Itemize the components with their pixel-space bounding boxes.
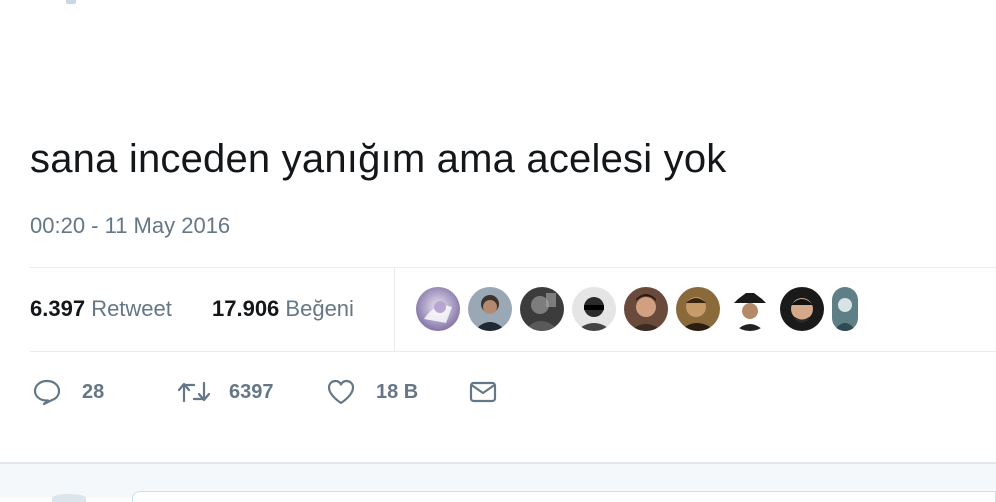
retweet-button[interactable]: 6397 [177, 370, 274, 414]
retweet-stat[interactable]: 6.397 Retweet [30, 294, 172, 324]
reply-count: 28 [82, 380, 105, 403]
liker-avatar[interactable] [520, 287, 564, 331]
liker-avatar[interactable] [624, 287, 668, 331]
stats-bottom-divider [30, 351, 996, 352]
liker-avatar[interactable] [728, 287, 772, 331]
tweet-actions: 28 6397 18 B [30, 370, 996, 414]
retweet-count: 6.397 [30, 296, 86, 321]
liker-avatar[interactable] [572, 287, 616, 331]
top-edge-fragment [66, 0, 76, 4]
like-button[interactable]: 18 B [324, 370, 418, 414]
liker-avatar[interactable] [416, 287, 460, 331]
like-stat[interactable]: 17.906 Beğeni [212, 294, 354, 324]
reply-button[interactable]: 28 [30, 370, 104, 414]
direct-message-button[interactable] [466, 370, 500, 414]
tweet-stats: 6.397 Retweet 17.906 Beğeni [30, 268, 996, 351]
reply-input[interactable] [132, 491, 996, 502]
stats-separator [394, 268, 395, 351]
tweet-text: sana inceden yanığım ama acelesi yok [30, 137, 727, 181]
liker-avatar[interactable] [468, 287, 512, 331]
liker-avatar[interactable] [676, 287, 720, 331]
like-label: Beğeni [285, 296, 354, 321]
liker-avatar[interactable] [832, 287, 858, 331]
retweet-action-count: 6397 [229, 380, 274, 403]
like-action-count: 18 B [376, 380, 419, 403]
retweet-label: Retweet [91, 296, 172, 321]
envelope-icon [466, 375, 500, 409]
tweet-timestamp[interactable]: 00:20 - 11 May 2016 [30, 212, 230, 240]
compose-avatar [52, 494, 86, 502]
retweet-icon [177, 375, 211, 409]
liker-avatar[interactable] [780, 287, 824, 331]
reply-icon [30, 375, 64, 409]
like-count: 17.906 [212, 296, 280, 321]
heart-icon [324, 375, 358, 409]
